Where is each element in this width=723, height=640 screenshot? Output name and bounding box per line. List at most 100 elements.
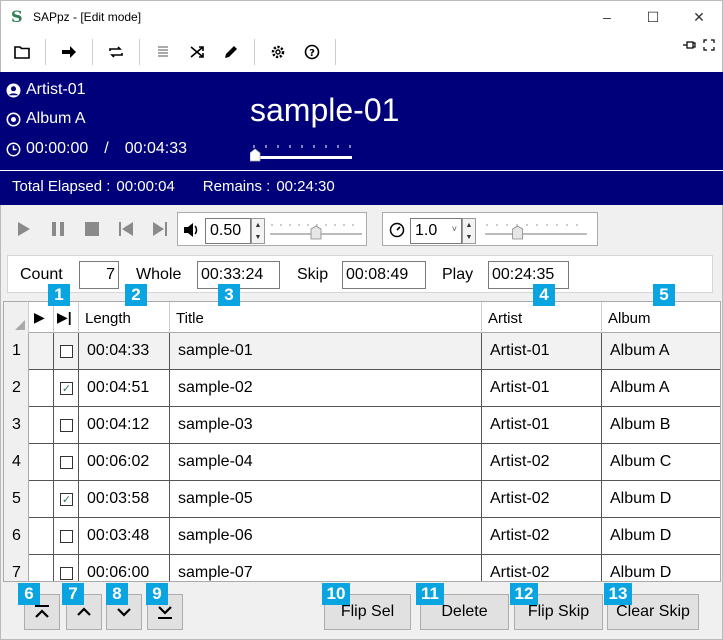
album-cell[interactable]: Album D <box>602 518 720 555</box>
skip-checkbox-cell <box>54 333 79 370</box>
title-cell[interactable]: sample-05 <box>170 481 482 518</box>
callout-badge-12: 12 <box>510 583 538 605</box>
title-cell[interactable]: sample-03 <box>170 407 482 444</box>
table-row[interactable]: 1 00:04:33 sample-01 Artist-01 Album A <box>4 333 720 370</box>
length-cell[interactable]: 00:04:12 <box>79 407 170 444</box>
speed-select[interactable]: 1.0 ˅ <box>410 218 462 244</box>
length-cell[interactable]: 00:03:48 <box>79 518 170 555</box>
play-marker-cell[interactable] <box>29 555 54 581</box>
table-row[interactable]: 4 00:06:02 sample-04 Artist-02 Album C <box>4 444 720 481</box>
chevron-up-icon <box>77 607 91 616</box>
settings-button[interactable] <box>263 38 293 66</box>
close-button[interactable]: ✕ <box>676 1 722 33</box>
speed-slider[interactable] <box>485 223 587 241</box>
skip-checkbox[interactable]: ✓ <box>60 493 73 506</box>
album-cell[interactable]: Album C <box>602 444 720 481</box>
row-number[interactable]: 1 <box>4 333 29 370</box>
album-cell[interactable]: Album A <box>602 370 720 407</box>
skip-checkbox[interactable] <box>60 567 73 580</box>
title-cell[interactable]: sample-02 <box>170 370 482 407</box>
play-marker-cell[interactable] <box>29 333 54 370</box>
row-number[interactable]: 5 <box>4 481 29 518</box>
length-cell[interactable]: 00:03:58 <box>79 481 170 518</box>
table-row[interactable]: 6 00:03:48 sample-06 Artist-02 Album D <box>4 518 720 555</box>
stop-icon <box>85 222 99 236</box>
pause-button[interactable] <box>49 220 67 238</box>
maximize-button[interactable]: ☐ <box>630 1 676 33</box>
play-marker-cell[interactable] <box>29 444 54 481</box>
row-number[interactable]: 4 <box>4 444 29 481</box>
album-cell[interactable]: Album A <box>602 333 720 370</box>
row-number[interactable]: 3 <box>4 407 29 444</box>
playlist-button[interactable] <box>148 38 178 66</box>
column-header-title[interactable]: Title <box>170 302 482 333</box>
table-row[interactable]: 2 ✓ 00:04:51 sample-02 Artist-01 Album A <box>4 370 720 407</box>
volume-input[interactable]: 0.50 <box>205 218 251 244</box>
length-cell[interactable]: 00:04:33 <box>79 333 170 370</box>
artist-cell[interactable]: Artist-02 <box>482 444 602 481</box>
title-cell[interactable]: sample-06 <box>170 518 482 555</box>
row-number[interactable]: 2 <box>4 370 29 407</box>
table-row[interactable]: 5 ✓ 00:03:58 sample-05 Artist-02 Album D <box>4 481 720 518</box>
repeat-button[interactable] <box>101 38 131 66</box>
play-marker-cell[interactable] <box>29 481 54 518</box>
minimize-button[interactable]: – <box>584 1 630 33</box>
open-folder-button[interactable] <box>7 38 37 66</box>
album-cell[interactable]: Album D <box>602 555 720 581</box>
column-header-play[interactable]: ▶ <box>29 302 54 333</box>
skip-checkbox[interactable] <box>60 345 73 358</box>
skip-checkbox[interactable]: ✓ <box>60 382 73 395</box>
edit-button[interactable] <box>216 38 246 66</box>
stop-button[interactable] <box>83 220 101 238</box>
pin-button[interactable] <box>682 38 696 52</box>
fullscreen-button[interactable] <box>702 38 716 52</box>
length-cell[interactable]: 00:04:51 <box>79 370 170 407</box>
column-header-artist[interactable]: Artist <box>482 302 602 333</box>
artist-cell[interactable]: Artist-01 <box>482 333 602 370</box>
skip-checkbox[interactable] <box>60 530 73 543</box>
table-row[interactable]: 7 00:06:00 sample-07 Artist-02 Album D <box>4 555 720 581</box>
title-cell[interactable]: sample-04 <box>170 444 482 481</box>
previous-button[interactable] <box>117 220 135 238</box>
callout-badge-3: 3 <box>218 284 240 306</box>
column-header-album[interactable]: Album <box>602 302 720 333</box>
volume-slider[interactable] <box>270 223 362 241</box>
artist-cell[interactable]: Artist-02 <box>482 518 602 555</box>
clock-icon <box>6 142 21 156</box>
play-marker-cell[interactable] <box>29 518 54 555</box>
column-header-length[interactable]: Length <box>79 302 170 333</box>
callout-badge-7: 7 <box>62 583 84 605</box>
column-header-skip[interactable]: ▶| <box>54 302 79 333</box>
artist-cell[interactable]: Artist-02 <box>482 481 602 518</box>
select-all-corner[interactable] <box>4 302 29 333</box>
length-cell[interactable]: 00:06:00 <box>79 555 170 581</box>
album-cell[interactable]: Album D <box>602 481 720 518</box>
table-row[interactable]: 3 00:04:12 sample-03 Artist-01 Album B <box>4 407 720 444</box>
next-button[interactable] <box>151 220 169 238</box>
row-number[interactable]: 7 <box>4 555 29 581</box>
svg-text:?: ? <box>309 48 315 59</box>
title-cell[interactable]: sample-01 <box>170 333 482 370</box>
skip-checkbox[interactable] <box>60 456 73 469</box>
playlist-table[interactable]: ▶ ▶| Length Title Artist Album 1 00:04:33… <box>3 301 721 582</box>
seek-slider[interactable] <box>250 142 352 162</box>
play-marker-cell[interactable] <box>29 407 54 444</box>
volume-spinner[interactable]: ▲ ▼ <box>251 218 265 244</box>
fullscreen-icon <box>703 39 715 51</box>
artist-cell[interactable]: Artist-02 <box>482 555 602 581</box>
album-name: Album A <box>26 110 86 127</box>
help-button[interactable]: ? <box>297 38 327 66</box>
shuffle-button[interactable] <box>182 38 212 66</box>
title-cell[interactable]: sample-07 <box>170 555 482 581</box>
length-cell[interactable]: 00:06:02 <box>79 444 170 481</box>
speed-spinner[interactable]: ▲ ▼ <box>462 218 476 244</box>
artist-cell[interactable]: Artist-01 <box>482 370 602 407</box>
title-bar: S SAPpz - [Edit mode] – ☐ ✕ <box>0 0 723 32</box>
album-cell[interactable]: Album B <box>602 407 720 444</box>
artist-cell[interactable]: Artist-01 <box>482 407 602 444</box>
skip-checkbox[interactable] <box>60 419 73 432</box>
go-button[interactable] <box>54 38 84 66</box>
play-marker-cell[interactable] <box>29 370 54 407</box>
row-number[interactable]: 6 <box>4 518 29 555</box>
play-button[interactable] <box>15 220 33 238</box>
